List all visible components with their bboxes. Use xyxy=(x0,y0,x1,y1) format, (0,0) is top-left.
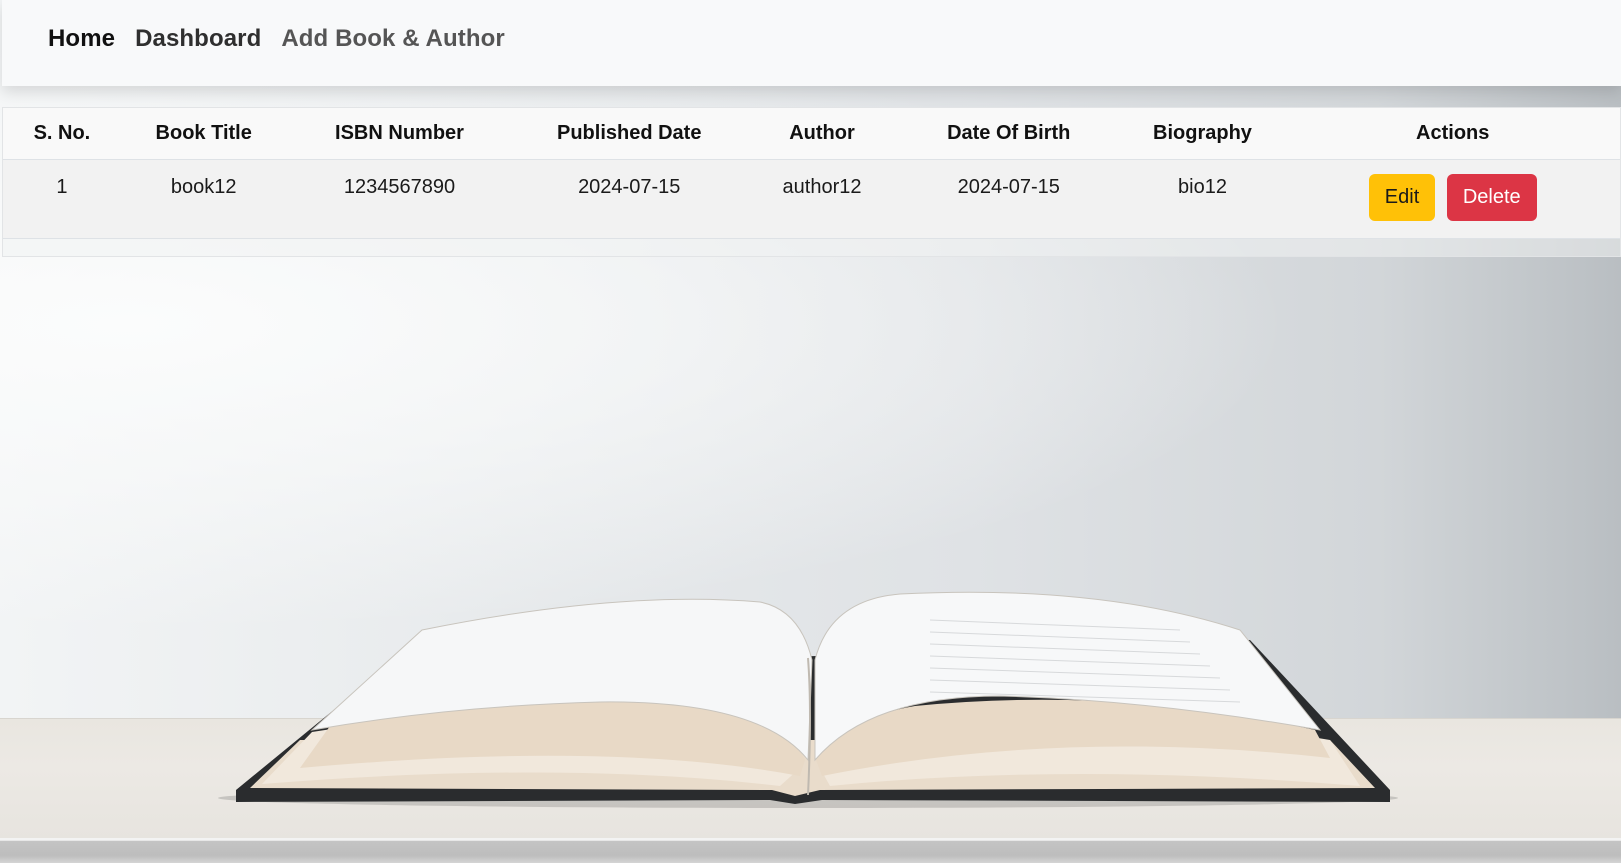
cell-author: author12 xyxy=(782,175,862,198)
cell-biography: bio12 xyxy=(1178,175,1227,198)
table-header-row: S. No. Book Title ISBN Number Published … xyxy=(3,108,1620,159)
header-author: Author xyxy=(789,121,855,144)
header-date-of-birth: Date Of Birth xyxy=(947,121,1071,144)
delete-button[interactable]: Delete xyxy=(1446,173,1537,221)
nav-dashboard-link[interactable]: Dashboard xyxy=(135,25,261,61)
books-table-container: S. No. Book Title ISBN Number Published … xyxy=(2,107,1621,257)
header-book-title: Book Title xyxy=(155,121,252,144)
navbar: Home Dashboard Add Book & Author xyxy=(2,0,1621,86)
open-book-image xyxy=(218,591,1398,808)
header-sno: S. No. xyxy=(33,121,91,144)
cell-book-title: book12 xyxy=(170,175,237,198)
bottom-scrollbar[interactable] xyxy=(0,838,1621,863)
cell-isbn-number: 1234567890 xyxy=(343,175,456,198)
nav-add-book-author-link[interactable]: Add Book & Author xyxy=(281,25,504,61)
header-published-date: Published Date xyxy=(556,121,702,144)
cell-actions: Edit Delete xyxy=(1285,159,1620,238)
books-table: S. No. Book Title ISBN Number Published … xyxy=(3,108,1620,239)
header-biography: Biography xyxy=(1153,121,1252,144)
header-actions: Actions xyxy=(1416,121,1490,144)
cell-date-of-birth: 2024-07-15 xyxy=(957,175,1060,198)
header-isbn-number: ISBN Number xyxy=(335,121,464,144)
nav-home-link[interactable]: Home xyxy=(48,25,115,61)
cell-published-date: 2024-07-15 xyxy=(578,175,681,198)
table-row: 1 book12 1234567890 2024-07-15 author12 … xyxy=(3,159,1620,238)
edit-button[interactable]: Edit xyxy=(1368,173,1436,221)
cell-sno: 1 xyxy=(56,175,68,198)
